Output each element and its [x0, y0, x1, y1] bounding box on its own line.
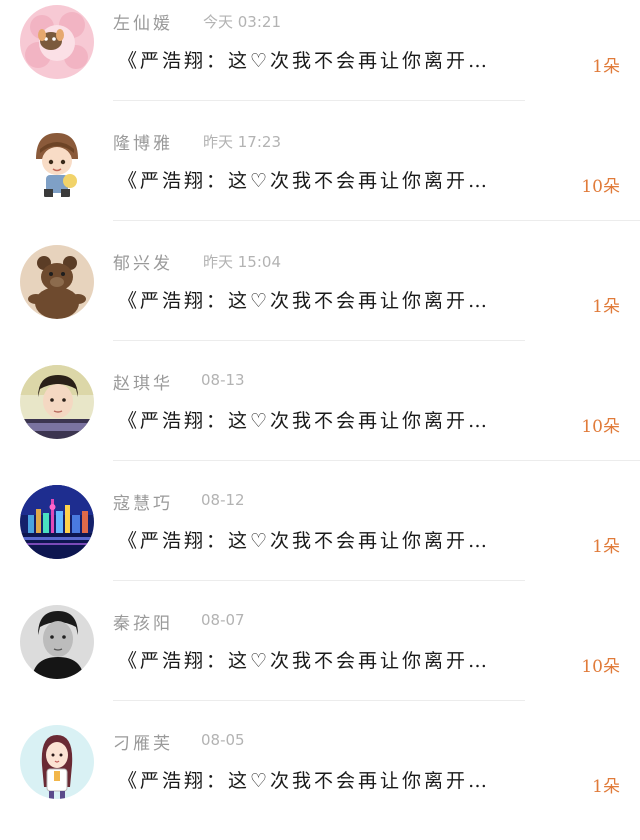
message-preview: 《严浩翔：这♡次我不会再让你离开…: [118, 770, 491, 792]
message-item[interactable]: 寇慧巧 08-12 《严浩翔：这♡次我不会再让你离开… 1朵: [0, 480, 640, 600]
city-night-avatar-icon[interactable]: [20, 485, 94, 559]
message-time: 08-13: [201, 371, 245, 389]
photo-boy-avatar-icon[interactable]: [20, 365, 94, 439]
message-preview: 《严浩翔：这♡次我不会再让你离开…: [118, 170, 491, 192]
message-item[interactable]: 隆博雅 昨天 17:23 《严浩翔：这♡次我不会再让你离开… 10朵: [0, 120, 640, 240]
row-divider: [113, 460, 640, 461]
row-divider: [113, 100, 525, 101]
message-time: 昨天 17:23: [203, 133, 281, 151]
message-preview: 《严浩翔：这♡次我不会再让你离开…: [118, 650, 491, 672]
cartoon-boy-avatar-icon[interactable]: [20, 125, 94, 199]
flower-count-badge: 10朵: [581, 417, 620, 437]
message-item[interactable]: 郁兴发 昨天 15:04 《严浩翔：这♡次我不会再让你离开… 1朵: [0, 240, 640, 360]
message-time: 昨天 15:04: [203, 253, 281, 271]
message-preview: 《严浩翔：这♡次我不会再让你离开…: [118, 50, 491, 72]
message-preview: 《严浩翔：这♡次我不会再让你离开…: [118, 530, 491, 552]
message-item[interactable]: 秦孩阳 08-07 《严浩翔：这♡次我不会再让你离开… 10朵: [0, 600, 640, 720]
cartoon-girl-avatar-icon[interactable]: [20, 725, 94, 799]
sender-name: 秦孩阳: [113, 614, 173, 634]
flower-count-badge: 1朵: [592, 57, 620, 77]
message-time: 今天 03:21: [203, 13, 281, 31]
sheep-avatar-icon[interactable]: [20, 5, 94, 79]
message-item[interactable]: 刁雁芙 08-05 《严浩翔：这♡次我不会再让你离开… 1朵: [0, 720, 640, 840]
row-divider: [113, 580, 525, 581]
message-time: 08-12: [201, 491, 245, 509]
teddy-bear-avatar-icon[interactable]: [20, 245, 94, 319]
flower-count-badge: 10朵: [581, 177, 620, 197]
flower-count-badge: 10朵: [581, 657, 620, 677]
message-time: 08-07: [201, 611, 245, 629]
message-item[interactable]: 左仙媛 今天 03:21 《严浩翔：这♡次我不会再让你离开… 1朵: [0, 0, 640, 120]
flower-count-badge: 1朵: [592, 297, 620, 317]
message-preview: 《严浩翔：这♡次我不会再让你离开…: [118, 410, 491, 432]
sender-name: 左仙媛: [113, 14, 173, 34]
message-preview: 《严浩翔：这♡次我不会再让你离开…: [118, 290, 491, 312]
message-time: 08-05: [201, 731, 245, 749]
row-divider: [113, 220, 640, 221]
sender-name: 寇慧巧: [113, 494, 173, 514]
flower-count-badge: 1朵: [592, 777, 620, 797]
sender-name: 郁兴发: [113, 254, 173, 274]
message-item[interactable]: 赵琪华 08-13 《严浩翔：这♡次我不会再让你离开… 10朵: [0, 360, 640, 480]
sender-name: 刁雁芙: [113, 734, 173, 754]
flower-count-badge: 1朵: [592, 537, 620, 557]
bw-portrait-avatar-icon[interactable]: [20, 605, 94, 679]
sender-name: 隆博雅: [113, 134, 173, 154]
row-divider: [113, 340, 525, 341]
row-divider: [113, 700, 525, 701]
sender-name: 赵琪华: [113, 374, 173, 394]
message-list: 左仙媛 今天 03:21 《严浩翔：这♡次我不会再让你离开… 1朵 隆博雅 昨天…: [0, 0, 640, 820]
